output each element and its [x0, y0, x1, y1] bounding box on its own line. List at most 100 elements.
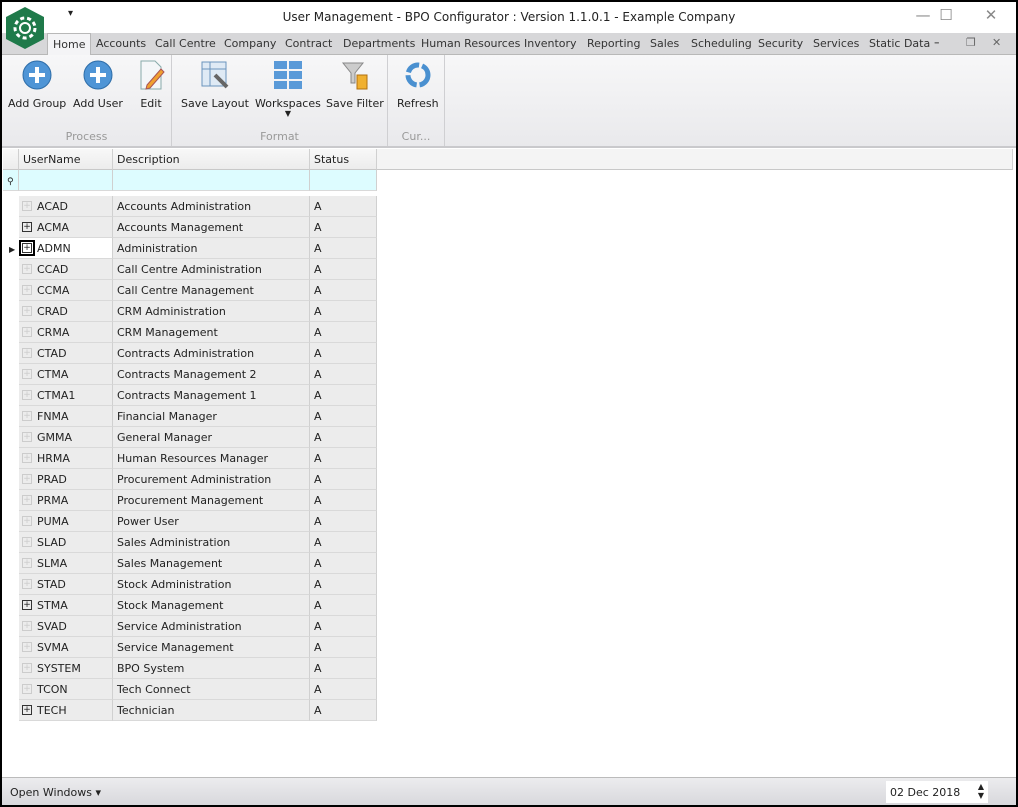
- username-cell[interactable]: + SLMA: [19, 553, 113, 574]
- status-cell[interactable]: A: [310, 658, 377, 679]
- tab-inventory[interactable]: Inventory: [524, 37, 577, 50]
- status-cell[interactable]: A: [310, 280, 377, 301]
- row-indicator[interactable]: [3, 469, 19, 490]
- status-cell[interactable]: A: [310, 238, 377, 259]
- status-cell[interactable]: A: [310, 259, 377, 280]
- description-cell[interactable]: Service Administration: [113, 616, 310, 637]
- refresh-button[interactable]: Refresh: [397, 59, 439, 110]
- mdi-close-icon[interactable]: ✕: [992, 36, 1001, 49]
- mdi-restore-icon[interactable]: ❐: [966, 36, 976, 49]
- username-cell[interactable]: + PRMA: [19, 490, 113, 511]
- column-header-description[interactable]: Description: [113, 149, 310, 170]
- status-cell[interactable]: A: [310, 406, 377, 427]
- row-indicator[interactable]: [3, 679, 19, 700]
- username-cell[interactable]: + CTMA: [19, 364, 113, 385]
- description-cell[interactable]: General Manager: [113, 427, 310, 448]
- maximize-button[interactable]: ☐: [923, 6, 969, 28]
- column-header-username[interactable]: UserName: [19, 149, 113, 170]
- row-indicator[interactable]: [3, 364, 19, 385]
- status-cell[interactable]: A: [310, 196, 377, 217]
- expand-icon[interactable]: +: [22, 327, 32, 337]
- workspaces-button[interactable]: Workspaces ▼: [255, 59, 321, 118]
- description-cell[interactable]: Procurement Administration: [113, 469, 310, 490]
- tab-departments[interactable]: Departments: [343, 37, 415, 50]
- username-cell[interactable]: + TECH: [19, 700, 113, 721]
- date-spinner[interactable]: 02 Dec 2018 ▲ ▼: [886, 781, 988, 803]
- description-cell[interactable]: Contracts Administration: [113, 343, 310, 364]
- description-cell[interactable]: Human Resources Manager: [113, 448, 310, 469]
- username-cell[interactable]: + CTMA1: [19, 385, 113, 406]
- expand-icon[interactable]: +: [22, 432, 32, 442]
- row-indicator[interactable]: ▶: [3, 238, 19, 259]
- username-cell[interactable]: + CCMA: [19, 280, 113, 301]
- description-cell[interactable]: Administration: [113, 238, 310, 259]
- status-cell[interactable]: A: [310, 448, 377, 469]
- tab-home[interactable]: Home: [47, 33, 92, 56]
- close-button[interactable]: ✕: [968, 6, 1014, 28]
- tab-security[interactable]: Security: [758, 37, 803, 50]
- expand-icon[interactable]: +: [22, 642, 32, 652]
- description-cell[interactable]: CRM Management: [113, 322, 310, 343]
- status-cell[interactable]: A: [310, 595, 377, 616]
- username-cell[interactable]: + TCON: [19, 679, 113, 700]
- status-cell[interactable]: A: [310, 679, 377, 700]
- expand-icon[interactable]: +: [22, 369, 32, 379]
- description-cell[interactable]: Procurement Management: [113, 490, 310, 511]
- tab-accounts[interactable]: Accounts: [96, 37, 146, 50]
- status-cell[interactable]: A: [310, 616, 377, 637]
- tab-call-centre[interactable]: Call Centre: [155, 37, 216, 50]
- filter-cell-status[interactable]: [310, 170, 377, 191]
- description-cell[interactable]: Accounts Administration: [113, 196, 310, 217]
- expand-icon[interactable]: +: [22, 558, 32, 568]
- row-indicator[interactable]: [3, 259, 19, 280]
- username-cell[interactable]: + SVMA: [19, 637, 113, 658]
- username-cell[interactable]: + STAD: [19, 574, 113, 595]
- tab-human-resources[interactable]: Human Resources: [421, 37, 520, 50]
- tab-services[interactable]: Services: [813, 37, 859, 50]
- tab-static-data[interactable]: Static Data: [869, 37, 930, 50]
- tab-contract[interactable]: Contract: [285, 37, 332, 50]
- tab-reporting[interactable]: Reporting: [587, 37, 640, 50]
- description-cell[interactable]: Call Centre Administration: [113, 259, 310, 280]
- description-cell[interactable]: Financial Manager: [113, 406, 310, 427]
- expand-icon[interactable]: +: [22, 390, 32, 400]
- row-indicator[interactable]: [3, 637, 19, 658]
- description-cell[interactable]: Accounts Management: [113, 217, 310, 238]
- mdi-minimize-icon[interactable]: –: [934, 36, 940, 49]
- expand-icon[interactable]: +: [22, 453, 32, 463]
- status-cell[interactable]: A: [310, 532, 377, 553]
- status-cell[interactable]: A: [310, 364, 377, 385]
- expand-icon[interactable]: +: [22, 495, 32, 505]
- username-cell[interactable]: + FNMA: [19, 406, 113, 427]
- username-cell[interactable]: + HRMA: [19, 448, 113, 469]
- row-indicator[interactable]: [3, 217, 19, 238]
- row-indicator[interactable]: [3, 574, 19, 595]
- status-cell[interactable]: A: [310, 385, 377, 406]
- status-cell[interactable]: A: [310, 553, 377, 574]
- open-windows-button[interactable]: Open Windows ▾: [10, 786, 101, 799]
- username-cell[interactable]: + CTAD: [19, 343, 113, 364]
- row-indicator[interactable]: [3, 385, 19, 406]
- expand-icon[interactable]: +: [22, 411, 32, 421]
- username-cell[interactable]: + SLAD: [19, 532, 113, 553]
- expand-icon[interactable]: +: [22, 684, 32, 694]
- status-cell[interactable]: A: [310, 637, 377, 658]
- add-group-button[interactable]: Add Group: [8, 59, 66, 110]
- row-indicator[interactable]: [3, 616, 19, 637]
- tab-company[interactable]: Company: [224, 37, 276, 50]
- expand-icon[interactable]: +: [22, 663, 32, 673]
- tab-sales[interactable]: Sales: [650, 37, 679, 50]
- row-indicator[interactable]: [3, 553, 19, 574]
- username-cell[interactable]: + SYSTEM: [19, 658, 113, 679]
- save-layout-button[interactable]: Save Layout: [181, 59, 249, 110]
- row-indicator[interactable]: [3, 322, 19, 343]
- expand-icon[interactable]: +: [22, 201, 32, 211]
- description-cell[interactable]: CRM Administration: [113, 301, 310, 322]
- description-cell[interactable]: Contracts Management 1: [113, 385, 310, 406]
- description-cell[interactable]: Stock Management: [113, 595, 310, 616]
- expand-icon[interactable]: +: [22, 621, 32, 631]
- description-cell[interactable]: Service Management: [113, 637, 310, 658]
- save-filter-button[interactable]: Save Filter: [326, 59, 384, 110]
- tab-scheduling[interactable]: Scheduling: [691, 37, 752, 50]
- description-cell[interactable]: Sales Administration: [113, 532, 310, 553]
